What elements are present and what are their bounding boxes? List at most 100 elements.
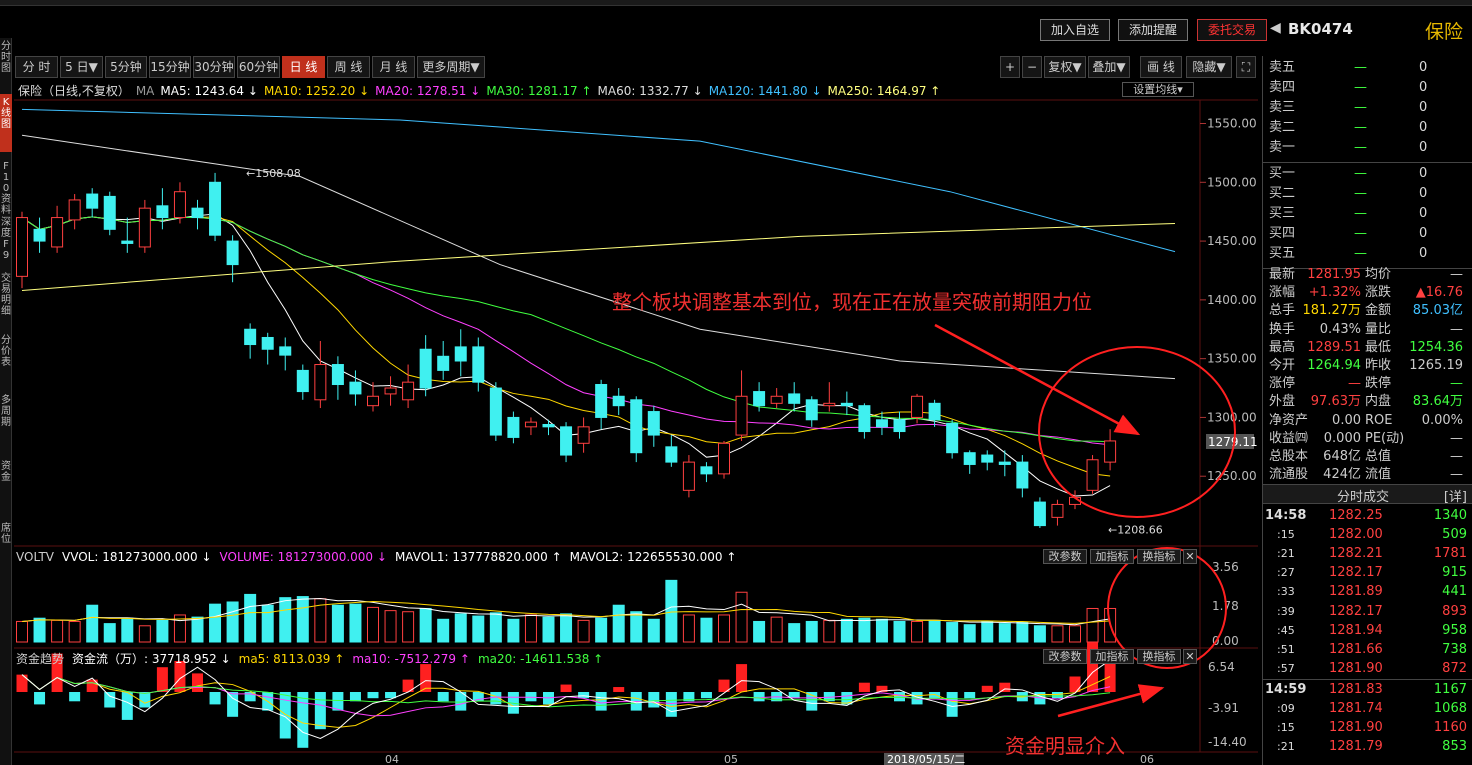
candle-body[interactable] <box>191 207 204 219</box>
candle-body[interactable] <box>735 395 748 436</box>
candle-body[interactable] <box>138 207 151 248</box>
indicator-button-2[interactable]: 换指标 <box>1137 549 1181 564</box>
candle-body[interactable] <box>682 461 695 491</box>
volume-bar <box>51 619 64 643</box>
indicator-button-3[interactable]: ✕ <box>1183 649 1197 664</box>
candle-body[interactable] <box>718 442 730 475</box>
candle-body[interactable] <box>1051 503 1064 518</box>
candle-body[interactable] <box>630 399 643 454</box>
candle-body[interactable] <box>173 191 186 219</box>
candle-body[interactable] <box>244 328 257 346</box>
volume-bar <box>209 603 222 643</box>
candle-body[interactable] <box>384 387 397 395</box>
candle-body[interactable] <box>51 217 64 248</box>
volume-bar <box>419 607 432 643</box>
candle-body[interactable] <box>893 419 906 433</box>
volume-bar <box>1033 625 1046 643</box>
candle-body[interactable] <box>560 426 573 456</box>
tick-time: :27 <box>1277 566 1295 580</box>
candle-body[interactable] <box>595 384 608 418</box>
candle-body[interactable] <box>700 466 713 475</box>
tick-time: 14:59 <box>1265 681 1307 697</box>
price-label-1: 1500.00 <box>1207 175 1257 189</box>
fund-bar <box>227 692 239 717</box>
indicator-button-2[interactable]: 换指标 <box>1137 649 1181 664</box>
candle-body[interactable] <box>489 387 502 436</box>
candle-body[interactable] <box>753 391 766 407</box>
candle-body[interactable] <box>454 346 467 362</box>
indicator-button-0[interactable]: 改参数 <box>1043 649 1087 664</box>
candle-body[interactable] <box>1086 459 1099 491</box>
candle-body[interactable] <box>349 381 362 395</box>
candle-body[interactable] <box>612 395 625 407</box>
candle-body[interactable] <box>472 346 485 383</box>
candle-body[interactable] <box>858 405 871 433</box>
candle-body[interactable] <box>121 240 134 244</box>
volume-bar <box>770 616 783 643</box>
indicator-button-1[interactable]: 加指标 <box>1090 649 1134 664</box>
candle-body[interactable] <box>875 419 888 428</box>
candle-body[interactable] <box>331 364 344 386</box>
stat-label-2: ROE <box>1365 412 1393 428</box>
tick-price: 1281.90 <box>1329 660 1383 676</box>
volume-bar <box>138 625 151 643</box>
candle-body[interactable] <box>1104 440 1117 463</box>
volume-bar <box>16 620 28 643</box>
candle-body[interactable] <box>840 402 853 407</box>
candle-body[interactable] <box>577 426 590 444</box>
sell-volume: 0 <box>1419 120 1428 135</box>
candle-body[interactable] <box>367 395 379 407</box>
indicator-button-0[interactable]: 改参数 <box>1043 549 1087 564</box>
candle-body[interactable] <box>928 402 941 421</box>
candle-body[interactable] <box>788 393 801 404</box>
candle-body[interactable] <box>805 399 818 421</box>
fund-bar <box>402 679 414 692</box>
volume-bar <box>1086 607 1099 643</box>
stat-value-1: 0.43% <box>1319 321 1361 337</box>
candle-body[interactable] <box>419 348 432 389</box>
indicator-button-3[interactable]: ✕ <box>1183 549 1197 564</box>
candle-body[interactable] <box>226 240 239 266</box>
fund-bar <box>964 692 976 699</box>
indicator-button-1[interactable]: 加指标 <box>1090 549 1134 564</box>
candle-body[interactable] <box>665 446 678 463</box>
candle-body[interactable] <box>314 364 327 401</box>
candle-body[interactable] <box>647 411 660 436</box>
candle-body[interactable] <box>770 395 783 404</box>
ticks-detail-button[interactable]: [详] <box>1444 486 1467 505</box>
candle-body[interactable] <box>156 205 169 219</box>
candle-body[interactable] <box>911 395 924 418</box>
candle-body[interactable] <box>998 461 1011 465</box>
candle-body[interactable] <box>33 228 46 242</box>
tick-price: 1281.79 <box>1329 739 1383 755</box>
candle-body[interactable] <box>103 195 116 230</box>
candle-body[interactable] <box>946 422 959 454</box>
candle-body[interactable] <box>86 193 99 209</box>
candle-body[interactable] <box>437 355 450 371</box>
fund-bar <box>613 687 625 692</box>
candle-body[interactable] <box>261 336 274 350</box>
candle-body[interactable] <box>823 402 836 407</box>
candle-body[interactable] <box>507 416 520 438</box>
volume-bar <box>823 619 836 643</box>
buy-volume: 0 <box>1419 206 1428 221</box>
candle-body[interactable] <box>209 181 222 236</box>
candle-body[interactable] <box>296 369 309 393</box>
candle-body[interactable] <box>542 423 555 428</box>
candle-body[interactable] <box>279 346 292 356</box>
candle-body[interactable] <box>16 217 28 277</box>
sell-price: — <box>1354 140 1367 155</box>
fund-bar <box>156 667 168 692</box>
candle-body[interactable] <box>1033 501 1046 527</box>
candle-body[interactable] <box>981 454 994 463</box>
buy-price: — <box>1354 186 1367 201</box>
candle-body[interactable] <box>524 421 537 428</box>
candle-body[interactable] <box>402 381 415 401</box>
volume-bar <box>805 620 818 643</box>
back-arrow-icon[interactable]: ◀ <box>1270 20 1281 36</box>
candle-body[interactable] <box>1016 461 1029 489</box>
candle-body[interactable] <box>963 452 976 465</box>
tick-volume: 1340 <box>1433 508 1467 523</box>
candle-body[interactable] <box>68 199 81 221</box>
tick-time: :45 <box>1277 623 1295 637</box>
